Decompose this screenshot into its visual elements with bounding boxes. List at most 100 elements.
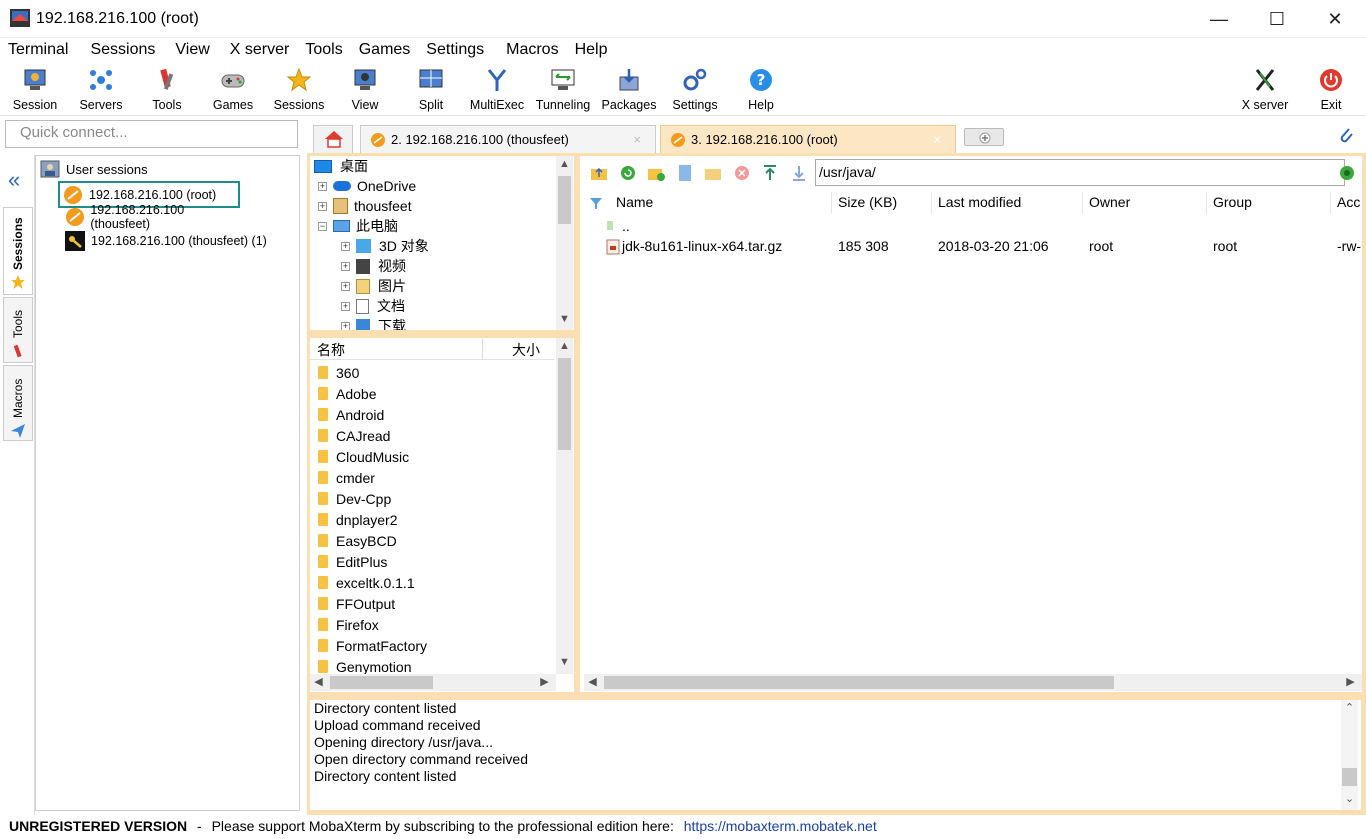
scroll-right-icon[interactable]: ▶ — [1342, 674, 1359, 691]
column-size-header[interactable]: 大小 — [512, 340, 540, 360]
expand-icon[interactable]: + — [341, 241, 350, 251]
expand-icon[interactable]: + — [341, 321, 350, 330]
session-button[interactable]: Session — [2, 65, 68, 115]
collapse-sidebar-icon[interactable]: « — [8, 167, 20, 193]
scroll-left-icon[interactable]: ◀ — [310, 674, 327, 691]
column-last-modified[interactable]: Last modified — [938, 194, 1021, 210]
new-file-icon[interactable] — [676, 164, 694, 182]
quick-connect-input[interactable]: Quick connect... — [5, 120, 298, 148]
menu-tools[interactable]: Tools — [297, 39, 350, 61]
folder-item[interactable]: EditPlus — [318, 551, 387, 572]
scroll-right-icon[interactable]: ▶ — [536, 674, 553, 691]
tools-button[interactable]: Tools — [134, 65, 200, 115]
column-name-header[interactable]: 名称 — [317, 340, 345, 360]
home-tab[interactable] — [313, 125, 353, 153]
side-tab-macros[interactable]: Macros — [3, 365, 33, 441]
menu-sessions[interactable]: Sessions — [82, 39, 163, 61]
expand-icon[interactable]: + — [341, 261, 350, 271]
tree-item-pictures[interactable]: + 图片 — [341, 276, 406, 296]
tree-item-this-pc[interactable]: − 此电脑 — [318, 216, 398, 236]
mobatek-link[interactable]: https://mobaxterm.mobatek.net — [684, 818, 877, 834]
folder-item[interactable]: EasyBCD — [318, 530, 397, 551]
parent-directory-row[interactable]: .. — [580, 216, 1362, 238]
tab-session-2[interactable]: 2. 192.168.216.100 (thousfeet) × — [360, 125, 656, 153]
folder-item[interactable]: dnplayer2 — [318, 509, 398, 530]
tree-scrollbar[interactable]: ▲ ▼ — [556, 156, 573, 330]
column-access[interactable]: Acc — [1337, 194, 1360, 210]
new-folder-icon[interactable] — [647, 164, 665, 182]
new-tab-button[interactable] — [964, 128, 1004, 146]
column-group[interactable]: Group — [1213, 194, 1252, 210]
menu-macros[interactable]: Macros — [498, 39, 566, 61]
download-icon[interactable] — [790, 164, 808, 182]
delete-icon[interactable] — [733, 164, 751, 182]
column-owner[interactable]: Owner — [1089, 194, 1130, 210]
scroll-up-icon[interactable]: ▲ — [556, 338, 573, 355]
folder-icon[interactable] — [704, 164, 722, 182]
folder-item[interactable]: 360 — [318, 362, 359, 383]
folder-item[interactable]: FormatFactory — [318, 635, 427, 656]
tree-item-documents[interactable]: + 文档 — [341, 296, 405, 316]
tree-item-thousfeet[interactable]: + thousfeet — [318, 196, 412, 216]
expand-icon[interactable]: + — [341, 281, 350, 291]
tab-session-3[interactable]: 3. 192.168.216.100 (root) × — [660, 125, 956, 153]
upload-icon[interactable] — [761, 164, 779, 182]
sessions-button[interactable]: Sessions — [266, 65, 332, 115]
column-size[interactable]: Size (KB) — [838, 194, 897, 210]
scroll-thumb[interactable] — [558, 358, 571, 450]
split-button[interactable]: Split — [398, 65, 464, 115]
side-tab-sessions[interactable]: Sessions — [3, 207, 33, 295]
table-row[interactable]: jdk-8u161-linux-x64.tar.gz 185 308 2018-… — [580, 236, 1362, 258]
multiexec-button[interactable]: MultiExec — [464, 65, 530, 115]
menu-view[interactable]: View — [167, 39, 217, 61]
scroll-up-icon[interactable]: ▲ — [556, 156, 573, 173]
side-tab-tools[interactable]: Tools — [3, 297, 33, 363]
expand-icon[interactable]: + — [318, 181, 327, 191]
scroll-thumb[interactable] — [604, 676, 1114, 689]
xserver-button[interactable]: X server — [1232, 65, 1298, 115]
settings-button[interactable]: Settings — [662, 65, 728, 115]
expand-icon[interactable]: + — [341, 301, 350, 311]
local-files-vscrollbar[interactable]: ▲ ▼ — [556, 338, 573, 674]
log-scrollbar[interactable]: ⌃ ⌄ — [1341, 700, 1358, 810]
tree-item-desktop[interactable]: 桌面 — [314, 156, 368, 176]
games-button[interactable]: Games — [200, 65, 266, 115]
servers-button[interactable]: Servers — [68, 65, 134, 115]
folder-item[interactable]: Adobe — [318, 383, 376, 404]
exit-button[interactable]: Exit — [1298, 65, 1364, 115]
scroll-down-icon[interactable]: ⌄ — [1341, 791, 1358, 808]
folder-item[interactable]: CloudMusic — [318, 446, 409, 467]
remote-path-input[interactable]: /usr/java/ — [815, 159, 1345, 186]
session-item-thousfeet[interactable]: 192.168.216.100 (thousfeet) — [62, 203, 242, 231]
parent-directory-icon[interactable] — [590, 164, 608, 182]
scroll-up-icon[interactable]: ⌃ — [1341, 700, 1358, 717]
tab-close-icon[interactable]: × — [633, 126, 641, 154]
help-button[interactable]: ? Help — [728, 65, 794, 115]
collapse-icon[interactable]: − — [318, 221, 327, 231]
filter-icon[interactable] — [589, 196, 603, 210]
tree-item-onedrive[interactable]: + OneDrive — [318, 176, 416, 196]
scroll-left-icon[interactable]: ◀ — [584, 674, 601, 691]
scroll-thumb[interactable] — [330, 676, 433, 689]
folder-item[interactable]: Dev-Cpp — [318, 488, 391, 509]
menu-help[interactable]: Help — [567, 39, 616, 61]
scroll-down-icon[interactable]: ▼ — [556, 654, 573, 671]
tab-close-icon[interactable]: × — [933, 126, 941, 154]
view-button[interactable]: View — [332, 65, 398, 115]
local-files-hscrollbar[interactable]: ◀ ▶ — [310, 674, 556, 691]
scroll-down-icon[interactable]: ▼ — [556, 311, 573, 328]
remote-files-hscrollbar[interactable]: ◀ ▶ — [584, 674, 1362, 691]
folder-item[interactable]: Firefox — [318, 614, 379, 635]
folder-item[interactable]: CAJread — [318, 425, 390, 446]
expand-icon[interactable]: + — [318, 201, 327, 211]
tree-item-downloads[interactable]: + 下载 — [341, 316, 406, 330]
folder-item[interactable]: Android — [318, 404, 384, 425]
close-window-button[interactable]: ✕ — [1306, 0, 1364, 38]
packages-button[interactable]: Packages — [596, 65, 662, 115]
minimize-button[interactable]: — — [1190, 0, 1248, 38]
follow-terminal-icon[interactable] — [1339, 165, 1355, 181]
folder-item[interactable]: FFOutput — [318, 593, 395, 614]
tunneling-button[interactable]: Tunneling — [530, 65, 596, 115]
menu-terminal[interactable]: Terminal — [0, 39, 76, 61]
scroll-thumb[interactable] — [558, 176, 571, 224]
